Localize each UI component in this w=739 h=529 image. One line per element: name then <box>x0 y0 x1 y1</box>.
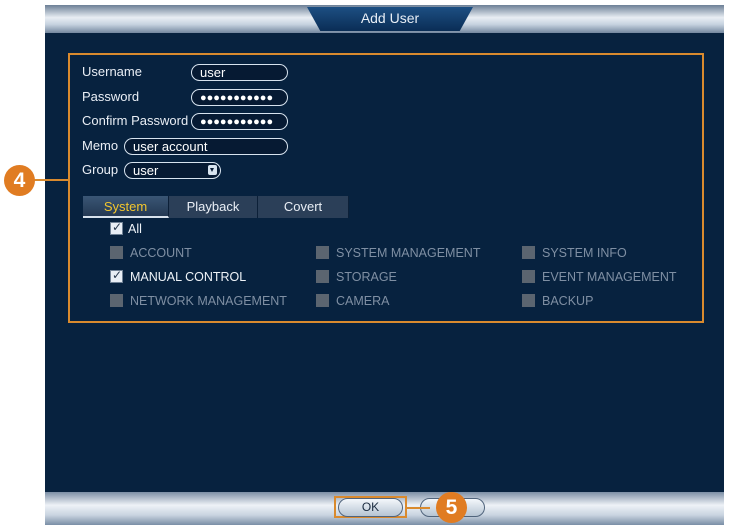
network-management-checkbox[interactable] <box>110 294 123 307</box>
permission-tabs: System Playback Covert <box>83 196 349 218</box>
all-label: All <box>128 222 142 236</box>
confirm-password-label: Confirm Password <box>82 113 189 128</box>
backup-label: BACKUP <box>542 294 594 308</box>
storage-checkbox[interactable] <box>316 270 329 283</box>
network-management-label: NETWORK MANAGEMENT <box>130 294 287 308</box>
password-field[interactable]: ●●●●●●●●●●● <box>191 89 288 106</box>
step-4-callout: 4 <box>4 165 35 196</box>
account-checkbox[interactable] <box>110 246 123 259</box>
step-5-callout: 5 <box>436 492 467 523</box>
step5-connector <box>406 507 430 509</box>
storage-label: STORAGE <box>336 270 397 284</box>
camera-checkbox[interactable] <box>316 294 329 307</box>
account-label: ACCOUNT <box>130 246 192 260</box>
event-management-label: EVENT MANAGEMENT <box>542 270 677 284</box>
camera-label: CAMERA <box>336 294 390 308</box>
system-management-label: SYSTEM MANAGEMENT <box>336 246 481 260</box>
system-management-checkbox[interactable] <box>316 246 329 259</box>
username-field[interactable]: user <box>191 64 288 81</box>
password-label: Password <box>82 89 140 104</box>
system-info-checkbox[interactable] <box>522 246 535 259</box>
memo-label: Memo <box>82 138 119 153</box>
tab-covert[interactable]: Covert <box>258 196 349 218</box>
tab-playback[interactable]: Playback <box>169 196 258 218</box>
group-select[interactable]: user <box>124 162 221 179</box>
username-label: Username <box>82 64 142 79</box>
memo-field[interactable]: user account <box>124 138 288 155</box>
ok-button[interactable]: OK <box>338 498 403 517</box>
group-select-value: user <box>133 163 159 178</box>
dialog-title: Add User <box>307 7 473 31</box>
title-bar: Add User <box>45 5 724 33</box>
manual-control-label: MANUAL CONTROL <box>130 270 247 284</box>
confirm-password-field[interactable]: ●●●●●●●●●●● <box>191 113 288 130</box>
all-checkbox[interactable] <box>110 220 123 235</box>
group-label: Group <box>82 162 119 177</box>
tab-system[interactable]: System <box>83 196 169 218</box>
backup-checkbox[interactable] <box>522 294 535 307</box>
system-info-label: SYSTEM INFO <box>542 246 627 260</box>
manual-control-checkbox[interactable] <box>110 268 123 283</box>
chevron-down-icon[interactable] <box>208 165 217 175</box>
event-management-checkbox[interactable] <box>522 270 535 283</box>
